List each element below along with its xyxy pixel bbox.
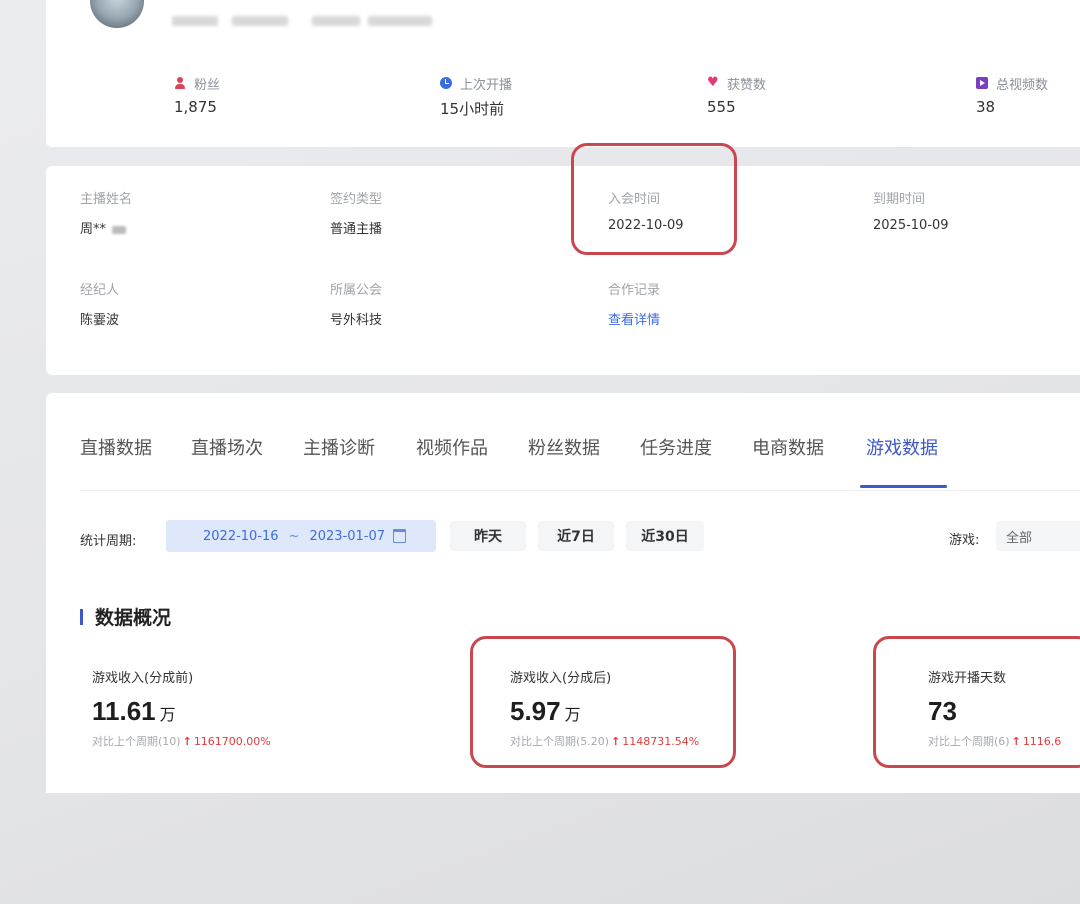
start-date[interactable]: 2022-10-16 [203,529,279,544]
blurred-account-id [312,16,360,26]
info-label: 经纪人 [80,283,120,298]
annotation-highlight-join-date [571,143,737,255]
tab-anchor-diagnosis[interactable]: 主播诊断 [303,434,375,460]
view-details-link[interactable]: 查看详情 [608,309,660,328]
end-date[interactable]: 2023-01-07 [309,529,385,544]
tab-video-works[interactable]: 视频作品 [416,434,488,460]
metric-value: 11.61 万 [92,696,271,727]
compare-text: 对比上个周期(10) [92,735,181,748]
arrow-up-icon: ↑ [182,735,192,748]
stat-value: 38 [976,98,996,116]
anchor-info-card: 主播姓名 周** 签约类型 普通主播 入会时间 2022-10-09 到期时间 … [46,166,1080,375]
stat-label: 总视频数 [996,77,1049,93]
metric-number: 11.61 [92,696,156,726]
blurred-account-id [232,16,288,26]
info-label: 签约类型 [330,192,383,207]
tab-bar: 直播数据 直播场次 主播诊断 视频作品 粉丝数据 任务进度 电商数据 游戏数据 [80,393,1080,491]
calendar-icon[interactable] [393,529,407,543]
info-value: 号外科技 [330,313,383,328]
avatar[interactable] [90,0,144,28]
info-label: 合作记录 [608,283,661,298]
section-title: 数据概况 [80,603,171,630]
info-value: 2025-10-09 [873,218,949,233]
annotation-highlight-income-after [470,636,736,768]
section-bar [80,608,83,625]
blurred-account-id [368,16,432,26]
date-separator: ~ [288,528,300,544]
stat-label: 粉丝 [194,77,221,93]
info-value: 普通主播 [330,222,383,237]
blurred-name-icon [112,225,127,234]
stat-value: 555 [707,98,736,116]
tab-game-data[interactable]: 游戏数据 [866,434,938,460]
game-filter-label: 游戏: [949,533,980,548]
info-cooperation-record: 合作记录 查看详情 [608,279,660,328]
heart-icon: ♥ [707,75,719,90]
info-contract-type: 签约类型 普通主播 [330,188,382,237]
metric-title: 游戏收入(分成前) [92,671,194,686]
metric-unit: 万 [159,705,176,724]
stat-value: 1,875 [174,98,217,116]
last-7-days-button[interactable]: 近7日 [538,521,614,551]
tab-task-progress[interactable]: 任务进度 [640,434,712,460]
clock-icon [440,77,452,89]
stat-label: 上次开播 [460,77,513,93]
stat-label: 获赞数 [727,77,767,93]
annotation-highlight-live-days [873,636,1080,768]
last-30-days-button[interactable]: 近30日 [626,521,704,551]
section-title-text: 数据概况 [95,607,172,629]
info-expire-date: 到期时间 2025-10-09 [873,188,949,233]
fans-icon [174,77,186,89]
metric-income-before-share: 游戏收入(分成前) 11.61 万 对比上个周期(10) ↑ 1161700.00% [92,667,271,749]
game-select[interactable]: 全部 [996,521,1080,551]
blurred-account-id [172,16,218,26]
active-tab-indicator [860,485,947,488]
date-range-picker[interactable]: 2022-10-16 ~ 2023-01-07 [166,520,436,552]
tab-live-sessions[interactable]: 直播场次 [191,434,263,460]
info-agent: 经纪人 陈霎波 [80,279,119,328]
change-percent: 1161700.00% [193,735,271,748]
tab-fans-data[interactable]: 粉丝数据 [528,434,600,460]
metric-compare: 对比上个周期(10) ↑ 1161700.00% [92,733,271,749]
video-icon [976,77,988,89]
anchor-name-text: 周** [80,222,107,237]
stat-last-live: 上次开播 15小时前 [440,74,512,119]
info-value: 周** [80,218,132,237]
stat-fans: 粉丝 1,875 [174,74,220,116]
stat-likes: ♥ 获赞数 555 [707,74,766,116]
tab-ecommerce-data[interactable]: 电商数据 [752,434,824,460]
info-anchor-name: 主播姓名 周** [80,188,132,237]
info-label: 所属公会 [330,283,383,298]
info-label: 主播姓名 [80,192,133,207]
info-guild: 所属公会 号外科技 [330,279,382,328]
tab-live-data[interactable]: 直播数据 [80,434,152,460]
stat-value: 15小时前 [440,100,505,118]
info-value: 陈霎波 [80,313,120,328]
yesterday-button[interactable]: 昨天 [450,521,526,551]
stat-videos: 总视频数 38 [976,74,1048,116]
profile-card: 粉丝 1,875 上次开播 15小时前 ♥ 获赞数 555 总视频数 38 [46,0,1080,147]
period-label: 统计周期: [80,534,137,549]
info-label: 到期时间 [873,192,926,207]
